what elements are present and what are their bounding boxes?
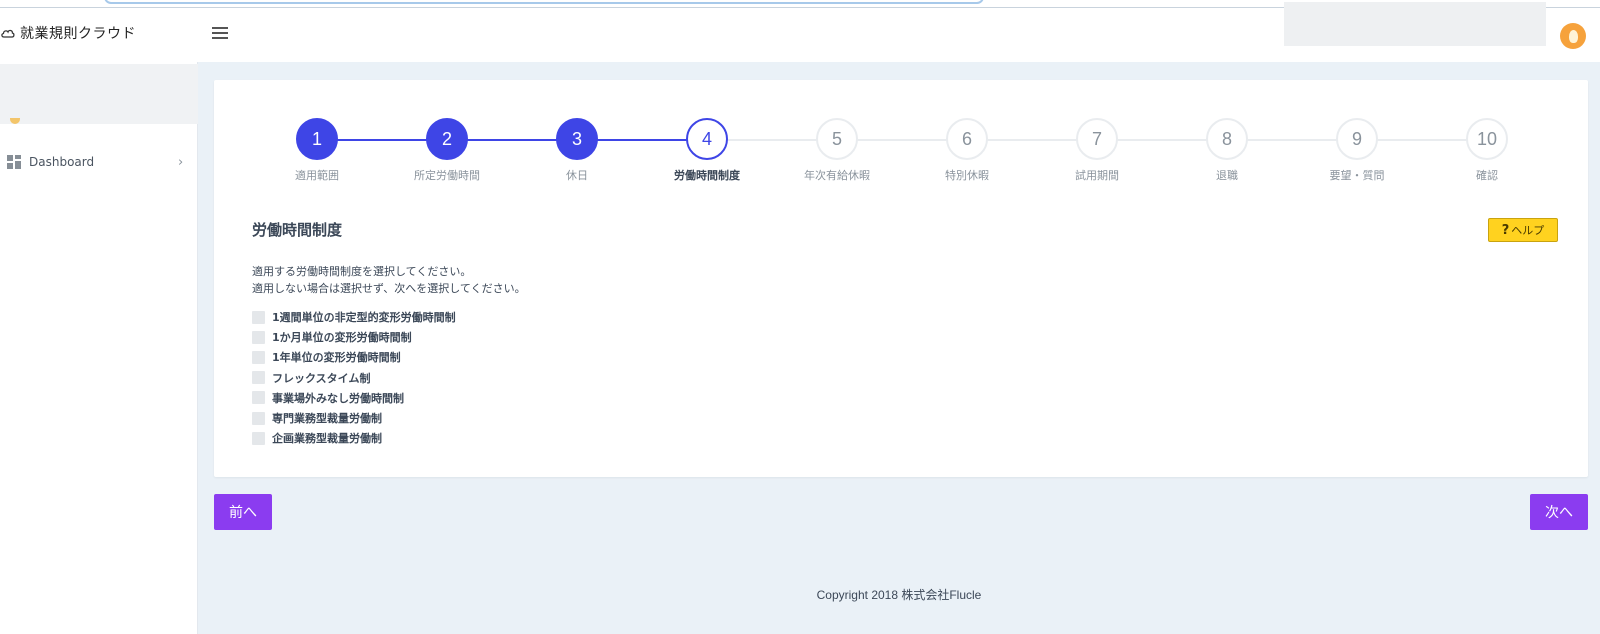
- step-9[interactable]: 9 要望・質問: [1317, 118, 1397, 183]
- step-label: 年次有給休暇: [804, 169, 870, 182]
- header-user-area: [1284, 2, 1546, 46]
- step-circle: 1: [296, 118, 338, 160]
- step-label: 退職: [1216, 169, 1238, 182]
- section-description: 適用する労働時間制度を選択してください。 適用しない場合は選択せず、次へを選択し…: [252, 263, 526, 297]
- step-label: 休日: [566, 169, 588, 182]
- step-circle: 10: [1466, 118, 1508, 160]
- step-circle: 3: [556, 118, 598, 160]
- prev-button[interactable]: 前へ: [214, 494, 272, 530]
- option-flextime[interactable]: フレックスタイム制: [252, 368, 456, 388]
- step-2[interactable]: 2 所定労働時間: [407, 118, 487, 183]
- step-circle: 6: [946, 118, 988, 160]
- step-10[interactable]: 10 確認: [1447, 118, 1527, 183]
- step-circle: 2: [426, 118, 468, 160]
- stepper: 1 適用範囲 2 所定労働時間 3 休日 4 労働時間制度 5 年次有給休暇 6…: [214, 80, 1588, 190]
- wizard-card: 1 適用範囲 2 所定労働時間 3 休日 4 労働時間制度 5 年次有給休暇 6…: [214, 80, 1588, 477]
- stepper-progress-line: [317, 139, 707, 141]
- step-label: 要望・質問: [1329, 169, 1385, 182]
- step-6[interactable]: 6 特別休暇: [927, 118, 1007, 183]
- step-label: 所定労働時間: [414, 169, 480, 182]
- step-label: 試用期間: [1075, 169, 1119, 182]
- user-avatar-icon[interactable]: [1560, 23, 1586, 49]
- checkbox[interactable]: [252, 391, 265, 405]
- next-button[interactable]: 次へ: [1530, 494, 1588, 530]
- work-system-options: 1週間単位の非定型的変形労働時間制 1か月単位の変形労働時間制 1年単位の変形労…: [252, 307, 456, 448]
- option-weekly-irregular[interactable]: 1週間単位の非定型的変形労働時間制: [252, 307, 456, 327]
- question-icon: ?: [1501, 222, 1510, 238]
- step-5[interactable]: 5 年次有給休暇: [797, 118, 877, 183]
- step-7[interactable]: 7 試用期間: [1057, 118, 1137, 183]
- sidebar-profile: [0, 64, 198, 124]
- option-offsite-deemed[interactable]: 事業場外みなし労働時間制: [252, 388, 456, 408]
- step-label: 特別休暇: [945, 169, 989, 182]
- step-label: 労働時間制度: [674, 169, 740, 182]
- option-label: 1か月単位の変形労働時間制: [272, 331, 412, 345]
- description-line: 適用しない場合は選択せず、次へを選択してください。: [252, 282, 526, 295]
- checkbox[interactable]: [252, 350, 265, 364]
- brand[interactable]: 就業規則クラウド: [0, 22, 136, 44]
- step-4[interactable]: 4 労働時間制度: [667, 118, 747, 183]
- option-planning-discretionary[interactable]: 企画業務型裁量労働制: [252, 428, 456, 448]
- step-circle: 9: [1336, 118, 1378, 160]
- step-8[interactable]: 8 退職: [1187, 118, 1267, 183]
- step-circle: 8: [1206, 118, 1248, 160]
- checkbox[interactable]: [252, 431, 265, 445]
- option-label: フレックスタイム制: [272, 371, 371, 385]
- step-circle: 4: [686, 118, 728, 160]
- option-yearly-variable[interactable]: 1年単位の変形労働時間制: [252, 347, 456, 367]
- description-line: 適用する労働時間制度を選択してください。: [252, 265, 472, 278]
- checkbox[interactable]: [252, 310, 265, 324]
- sidebar-item-dashboard[interactable]: Dashboard ›: [0, 148, 198, 176]
- option-label: 事業場外みなし労働時間制: [272, 391, 404, 405]
- option-label: 専門業務型裁量労働制: [272, 412, 382, 426]
- option-monthly-variable[interactable]: 1か月単位の変形労働時間制: [252, 327, 456, 347]
- grid-icon: [7, 155, 21, 169]
- address-bar[interactable]: [104, 0, 984, 4]
- option-label: 1年単位の変形労働時間制: [272, 351, 401, 365]
- step-circle: 5: [816, 118, 858, 160]
- help-button-label: ヘルプ: [1511, 224, 1545, 237]
- app-header: 就業規則クラウド: [0, 2, 1600, 62]
- option-label: 1週間単位の非定型的変形労働時間制: [272, 311, 456, 325]
- section-title: 労働時間制度: [252, 221, 343, 239]
- sidebar-item-label: Dashboard: [29, 155, 95, 169]
- chevron-right-icon: ›: [178, 155, 184, 170]
- help-button[interactable]: ? ヘルプ: [1488, 218, 1558, 242]
- step-label: 確認: [1476, 169, 1498, 182]
- checkbox[interactable]: [252, 330, 265, 344]
- step-circle: 7: [1076, 118, 1118, 160]
- cloud-icon: [1, 29, 15, 38]
- option-professional-discretionary[interactable]: 専門業務型裁量労働制: [252, 408, 456, 428]
- footer-copyright: Copyright 2018 株式会社Flucle: [816, 588, 982, 602]
- checkbox[interactable]: [252, 411, 265, 425]
- checkbox[interactable]: [252, 371, 265, 385]
- step-1[interactable]: 1 適用範囲: [277, 118, 357, 183]
- app-title: 就業規則クラウド: [20, 26, 136, 42]
- option-label: 企画業務型裁量労働制: [272, 432, 382, 446]
- step-label: 適用範囲: [295, 169, 339, 182]
- hamburger-icon[interactable]: [212, 27, 228, 41]
- sidebar: Dashboard ›: [0, 62, 198, 634]
- step-3[interactable]: 3 休日: [537, 118, 617, 183]
